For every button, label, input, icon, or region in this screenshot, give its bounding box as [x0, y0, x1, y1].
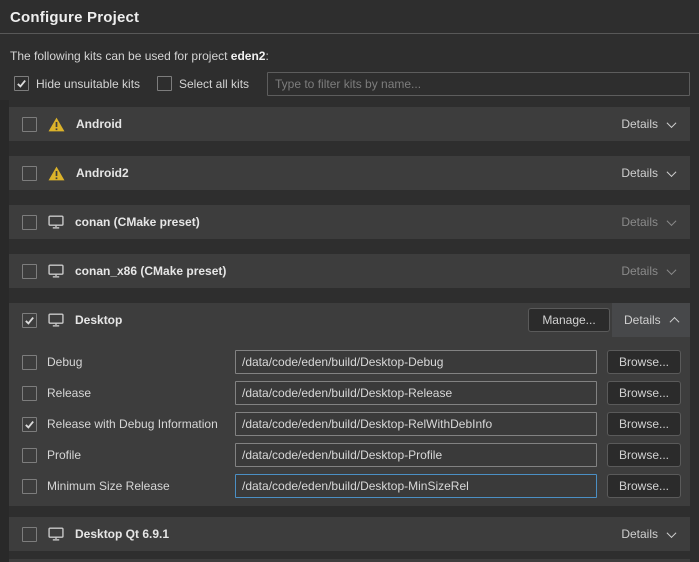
build-config-label: Minimum Size Release	[47, 479, 170, 493]
kit-name: Desktop	[75, 313, 122, 327]
build-config-label: Release	[47, 386, 91, 400]
browse-button[interactable]: Browse...	[607, 474, 681, 498]
build-config-label-group: Debug	[22, 350, 82, 374]
scroll-area-left-edge	[0, 100, 9, 562]
kit-row-android: Android Details	[9, 107, 690, 141]
desktop-icon	[48, 264, 64, 278]
build-config-checkbox[interactable]	[22, 355, 37, 370]
warning-icon	[48, 166, 65, 181]
browse-button[interactable]: Browse...	[607, 412, 681, 436]
build-config-label: Debug	[47, 355, 82, 369]
build-dir-input[interactable]	[235, 350, 597, 374]
hide-unsuitable-kits-checkbox[interactable]: Hide unsuitable kits	[14, 76, 140, 91]
kit-name: Android	[76, 117, 122, 131]
details-label: Details	[621, 166, 658, 180]
details-label: Details	[621, 527, 658, 541]
build-config-label: Release with Debug Information	[47, 417, 218, 431]
kit-name: conan_x86 (CMake preset)	[75, 264, 226, 278]
kit-checkbox[interactable]	[22, 166, 37, 181]
title-divider	[0, 33, 699, 34]
details-toggle[interactable]: Details	[609, 254, 690, 288]
browse-button[interactable]: Browse...	[607, 443, 681, 467]
kit-checkbox[interactable]	[22, 117, 37, 132]
build-config-label-group: Minimum Size Release	[22, 474, 170, 498]
build-config-checkbox[interactable]	[22, 417, 37, 432]
kit-filter-input[interactable]	[267, 72, 690, 96]
details-toggle[interactable]: Details	[612, 303, 690, 337]
project-name: eden2	[231, 49, 266, 63]
select-all-kits-label: Select all kits	[179, 77, 249, 91]
kit-row-conan: conan (CMake preset) Details	[9, 205, 690, 239]
kit-row-desktop-qt-691: Desktop Qt 6.9.1 Details	[9, 517, 690, 551]
kit-panel-desktop: Desktop Manage... Details Debug Browse..…	[9, 303, 690, 506]
build-config-row-profile: Profile Browse...	[9, 443, 690, 467]
build-config-checkbox[interactable]	[22, 479, 37, 494]
details-toggle[interactable]: Details	[609, 517, 690, 551]
details-label: Details	[621, 264, 658, 278]
desktop-icon	[48, 215, 64, 229]
intro-text: The following kits can be used for proje…	[10, 49, 269, 63]
checkbox-checked-icon[interactable]	[14, 76, 29, 91]
kit-name: Desktop Qt 6.9.1	[75, 527, 169, 541]
chevron-down-icon	[667, 167, 677, 177]
details-label: Details	[621, 117, 658, 131]
kit-row-android2: Android2 Details	[9, 156, 690, 190]
kit-checkbox[interactable]	[22, 313, 37, 328]
kit-checkbox[interactable]	[22, 527, 37, 542]
build-config-label: Profile	[47, 448, 81, 462]
kit-checkbox[interactable]	[22, 215, 37, 230]
details-toggle[interactable]: Details	[609, 156, 690, 190]
details-toggle[interactable]: Details	[609, 107, 690, 141]
page-title: Configure Project	[10, 9, 139, 26]
build-config-row-debug: Debug Browse...	[9, 350, 690, 374]
details-label: Details	[624, 313, 661, 327]
build-config-row-release: Release Browse...	[9, 381, 690, 405]
chevron-up-icon	[669, 316, 679, 326]
build-dir-input[interactable]	[235, 381, 597, 405]
intro-after: :	[265, 49, 268, 63]
build-config-checkbox[interactable]	[22, 386, 37, 401]
kit-row-conan-x86: conan_x86 (CMake preset) Details	[9, 254, 690, 288]
chevron-down-icon	[667, 118, 677, 128]
chevron-down-icon	[667, 265, 677, 275]
details-label: Details	[621, 215, 658, 229]
build-config-label-group: Release with Debug Information	[22, 412, 218, 436]
checkbox-unchecked-icon[interactable]	[157, 76, 172, 91]
browse-button[interactable]: Browse...	[607, 350, 681, 374]
build-dir-input[interactable]	[235, 412, 597, 436]
select-all-kits-checkbox[interactable]: Select all kits	[157, 76, 249, 91]
browse-button[interactable]: Browse...	[607, 381, 681, 405]
desktop-icon	[48, 313, 64, 327]
build-config-label-group: Profile	[22, 443, 81, 467]
chevron-down-icon	[667, 528, 677, 538]
kit-name: Android2	[76, 166, 129, 180]
build-config-checkbox[interactable]	[22, 448, 37, 463]
hide-unsuitable-kits-label: Hide unsuitable kits	[36, 77, 140, 91]
warning-icon	[48, 117, 65, 132]
build-dir-input[interactable]	[235, 443, 597, 467]
manage-kits-button[interactable]: Manage...	[528, 308, 610, 332]
kit-row-desktop: Desktop Manage... Details	[9, 303, 690, 337]
chevron-down-icon	[667, 216, 677, 226]
kit-name: conan (CMake preset)	[75, 215, 200, 229]
desktop-icon	[48, 527, 64, 541]
build-config-label-group: Release	[22, 381, 91, 405]
kit-checkbox[interactable]	[22, 264, 37, 279]
build-config-row-relwithdebinfo: Release with Debug Information Browse...	[9, 412, 690, 436]
intro-before: The following kits can be used for proje…	[10, 49, 231, 63]
details-toggle[interactable]: Details	[609, 205, 690, 239]
build-config-row-minsizerel: Minimum Size Release Browse...	[9, 474, 690, 498]
build-dir-input-focused[interactable]	[235, 474, 597, 498]
